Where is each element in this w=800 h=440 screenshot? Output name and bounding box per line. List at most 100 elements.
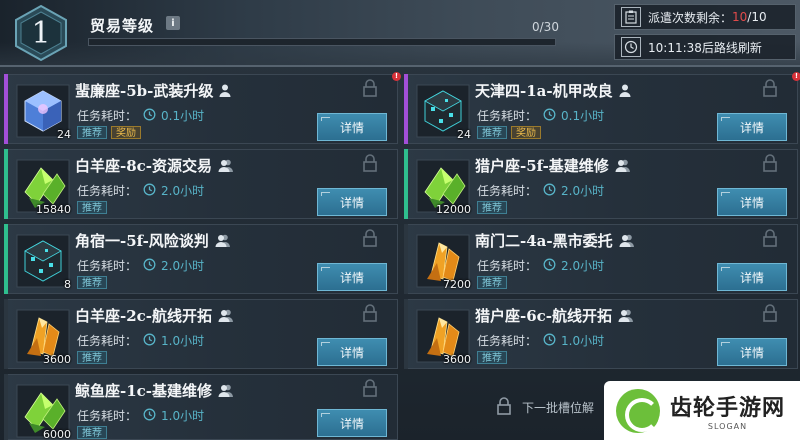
pilot-icon [215,233,231,251]
reward-quantity: 7200 [443,278,471,291]
clock-icon [543,333,556,349]
watermark-name: 齿轮手游网 [670,396,786,421]
rarity-accent-bar [404,149,408,219]
mission-duration: 1.0小时 [161,334,205,348]
dispatch-count-panel: 派遣次数剩余： 10 /10 [614,4,796,30]
mission-card[interactable]: 3600 白羊座-2c-航线开拓任务耗时： 1.0小时推荐 详情 [4,299,398,369]
time-label: 任务耗时： [77,184,138,198]
pilot-icon [218,158,234,176]
mission-reward-item-icon[interactable]: 3600 [15,308,71,366]
details-button[interactable]: 详情 [317,409,387,437]
clock-icon [143,108,156,124]
lock-icon [762,304,778,326]
alert-badge-icon: ! [792,72,800,81]
recommend-tag: 推荐 [77,276,107,289]
mission-title: 南门二-4a-黑市委托 [475,232,613,250]
mission-duration: 0.1小时 [161,109,205,123]
recommend-tag: 推荐 [77,351,107,364]
dispatch-remaining: 10 [732,10,748,24]
mission-card[interactable]: 24 天津四-1a-机甲改良 任务耗时： 0.1小时 推荐 奖励! 详情 [404,72,800,144]
rarity-accent-bar [4,74,8,144]
recommend-tag: 推荐 [477,276,507,289]
mission-title: 猎户座-6c-航线开拓 [475,307,613,325]
mission-reward-item-icon[interactable]: 24 [415,83,471,141]
time-label: 任务耗时： [77,259,138,273]
rarity-accent-bar [404,299,408,369]
mission-card[interactable]: 15840 白羊座-8c-资源交易 任务耗时： 2.0小时 推荐 详情 [4,149,398,219]
time-label: 任务耗时： [77,334,138,348]
mission-title: 天津四-1a-机甲改良 [475,82,613,100]
pilot-icon [615,158,631,176]
lock-icon [762,154,778,176]
mission-duration: 0.1小时 [561,109,605,123]
mission-card[interactable]: 24 蜚廉座-5b-武装升级任务耗时： 0.1小时推荐 奖励! 详情 [4,72,401,144]
details-button[interactable]: 详情 [717,263,787,291]
pilot-icon [619,233,635,251]
reward-quantity: 6000 [43,428,71,440]
recommend-tag: 推荐 [77,426,107,439]
mission-card[interactable]: 8 角宿一-5f-风险谈判 任务耗时： 2.0小时 推荐 详情 [4,224,398,294]
mission-title: 猎户座-5f-基建维修 [475,157,609,175]
dispatch-label: 派遣次数剩余： [648,10,733,25]
mission-duration: 1.0小时 [161,409,205,423]
pilot-icon [619,83,631,101]
details-button[interactable]: 详情 [317,113,387,141]
mission-card[interactable]: 3600 猎户座-6c-航线开拓 任务耗时： 1.0小时 推荐 详情 [404,299,798,369]
details-button[interactable]: 详情 [717,188,787,216]
mission-title: 鲸鱼座-1c-基建维修 [75,382,213,400]
mission-title: 白羊座-2c-航线开拓 [75,307,213,325]
time-label: 任务耗时： [77,409,138,423]
trade-progress-bar [88,38,556,46]
recommend-tag: 推荐 [477,201,507,214]
clock-icon [143,183,156,199]
details-button[interactable]: 详情 [317,263,387,291]
reward-quantity: 3600 [443,353,471,366]
lock-icon [362,154,378,176]
mission-card[interactable]: 6000 鲸鱼座-1c-基建维修任务耗时： 1.0小时推荐 详情 [4,374,398,440]
reward-quantity: 8 [64,278,71,291]
mission-reward-item-icon[interactable]: 15840 [15,158,71,216]
recommend-tag: 推荐 [77,126,107,139]
details-button[interactable]: 详情 [717,338,787,366]
mission-reward-item-icon[interactable]: 6000 [15,383,71,440]
header-divider [0,65,800,67]
rarity-accent-bar [404,224,408,294]
clock-icon [621,37,641,57]
trade-level-number: 1 [31,15,51,51]
time-label: 任务耗时： [477,259,538,273]
reward-tag: 奖励 [111,126,141,139]
trade-level-badge: 1 [12,4,70,62]
mission-reward-item-icon[interactable]: 12000 [415,158,471,216]
clock-icon [143,333,156,349]
details-button[interactable]: 详情 [717,113,787,141]
mission-reward-item-icon[interactable]: 8 [15,233,71,291]
mission-card[interactable]: 7200 南门二-4a-黑市委托 任务耗时： 2.0小时 推荐 详情 [404,224,798,294]
lock-icon [762,79,778,101]
reward-quantity: 12000 [436,203,471,216]
reward-tag: 奖励 [511,126,541,139]
time-label: 任务耗时： [477,334,538,348]
mission-card[interactable]: 12000 猎户座-5f-基建维修任务耗时： 2.0小时推荐 详情 [404,149,798,219]
mission-reward-item-icon[interactable]: 3600 [415,308,471,366]
mission-reward-item-icon[interactable]: 24 [15,83,71,141]
info-icon[interactable]: i [166,16,180,30]
mission-reward-item-icon[interactable]: 7200 [415,233,471,291]
trade-level-title: 贸易等级 [90,17,155,35]
alert-badge-icon: ! [392,72,401,81]
rarity-accent-bar [404,74,408,144]
watermark-slogan: SLOGAN [707,422,748,431]
rarity-accent-bar [4,224,8,294]
pilot-icon [618,308,634,326]
mission-title: 蜚廉座-5b-武装升级 [75,82,214,100]
rarity-accent-bar [4,374,8,440]
time-label: 任务耗时： [77,109,138,123]
details-button[interactable]: 详情 [317,188,387,216]
mission-duration: 2.0小时 [161,184,205,198]
details-button[interactable]: 详情 [317,338,387,366]
time-label: 任务耗时： [477,184,538,198]
clock-icon [543,108,556,124]
clock-icon [543,183,556,199]
mission-duration: 2.0小时 [561,184,605,198]
lock-icon [362,229,378,251]
lock-icon [362,379,378,401]
